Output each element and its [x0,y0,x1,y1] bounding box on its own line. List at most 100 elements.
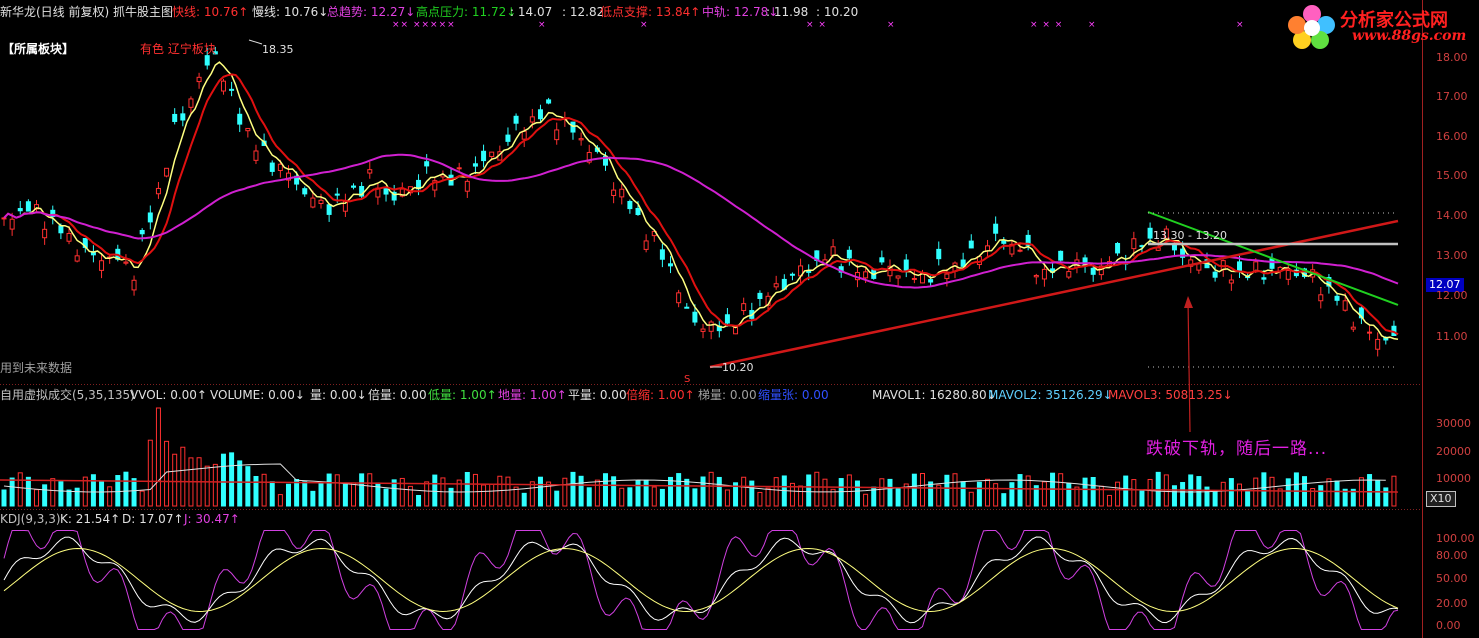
candle-body [684,306,690,309]
candle-body [351,185,357,188]
volume-indicator: VVOL: 0.00↑ [130,388,207,402]
high-price-label: 18.35 [262,43,294,56]
volume-bar [1180,482,1186,507]
volume-indicator: MAVOL1: 16280.80↓ [872,388,997,402]
volume-bar [944,474,950,507]
volume-bar [481,484,487,507]
axis-tick-label: 16.00 [1436,130,1468,143]
volume-bar [619,487,625,507]
volume-bar [245,466,251,507]
volume-bar [326,473,332,507]
volume-unit-box: X10 [1426,491,1456,507]
candle-body [1350,326,1356,330]
candle-body [155,187,161,195]
volume-bar [1,489,7,507]
volume-bar [229,452,235,507]
candle-body [1017,249,1023,252]
volume-indicator: 地量: 1.00↑ [498,388,567,402]
candle-body [700,328,706,332]
volume-bar [472,473,478,507]
sector-text: 有色 辽宁板块 [140,42,216,56]
volume-bar [895,487,901,507]
candle-body [204,55,210,66]
candle-body [66,232,72,242]
candle-body [1375,338,1381,350]
volume-bar [99,481,105,507]
axis-tick-label: 30000 [1436,417,1471,430]
volume-bar [952,473,958,507]
volume-bar [505,476,511,507]
candle-body [944,273,950,280]
volume-bar [58,481,64,507]
volume-bar [1228,478,1234,507]
volume-bar [724,489,730,507]
volume-bar [1066,482,1072,507]
candle-body [1090,267,1096,275]
volume-bar [1236,483,1242,507]
volume-bar [846,474,852,507]
volume-bar [773,477,779,507]
candle-body [131,279,137,291]
volume-bar [9,477,15,507]
candle-body [724,314,730,324]
candle-body [635,207,641,216]
volume-bar [261,473,267,507]
volume-bar [659,488,665,507]
candle-body [968,240,974,249]
candle-body [570,121,576,133]
volume-bar [529,481,535,507]
candle-body [472,163,478,167]
sector-block-label[interactable]: 【所属板块】 [2,42,74,56]
axis-tick-label: 15.00 [1436,169,1468,182]
axis-tick-label: 17.00 [1436,90,1468,103]
volume-bar [1253,477,1259,507]
arrow-head [1184,296,1193,308]
candle-body [1066,271,1072,278]
stock-chart-canvas[interactable] [0,0,1479,638]
volume-bar [985,478,991,507]
volume-indicator: MAVOL2: 35126.29↓ [988,388,1113,402]
volume-bar [1082,477,1088,507]
volume-bar [1147,478,1153,507]
volume-bar [521,492,527,507]
volume-bar [741,476,747,507]
volume-bar [1293,472,1299,507]
candle-body [903,259,909,271]
candle-body [1334,295,1340,301]
volume-bar [919,472,925,507]
candle-body [1115,242,1121,254]
volume-bar [237,460,243,507]
kdj-indicator: D: 17.07↑ [122,512,184,526]
site-logo[interactable]: 分析家公式网 www.88gs.com [1282,0,1472,50]
volume-bar [310,490,316,507]
candle-body [879,257,885,263]
kdj-indicator: K: 21.54↑ [60,512,121,526]
volume-bar [668,476,674,507]
volume-bar [1139,489,1145,507]
candle-body [1318,294,1324,302]
candle-body [1147,227,1153,239]
candle-body [1342,300,1348,311]
candle-body [627,200,633,210]
volume-bar [1196,476,1202,507]
axis-tick-label: 11.00 [1436,330,1468,343]
volume-bar [50,478,56,507]
header-indicator: 慢线: 10.76↓ [252,5,329,19]
volume-bar [562,477,568,507]
volume-bar [838,478,844,507]
volume-bar [383,488,389,507]
candle-body [911,277,917,280]
volume-bar [367,473,373,507]
s-mark: S [684,374,691,385]
candle-body [310,197,316,208]
volume-bar [814,471,820,507]
candle-body [505,134,511,142]
volume-bar [708,471,714,507]
candle-body [58,225,64,234]
annotation-arrow [1187,299,1191,433]
candle-body [676,292,682,304]
volume-bar [911,473,917,507]
volume-indicator: MAVOL3: 50813.25↓ [1108,388,1233,402]
candle-body [326,204,332,215]
candle-body [895,275,901,279]
